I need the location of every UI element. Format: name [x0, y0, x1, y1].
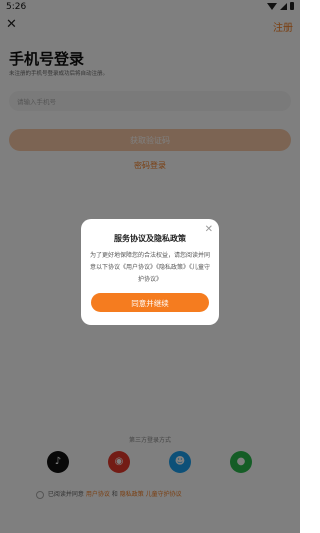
dialog-body: 为了更好地保障您的合法权益，请您阅读并同意以下协议《用户协议》《隐私政策》《儿童…: [89, 252, 210, 283]
dialog-title: 服务协议及隐私政策: [114, 234, 186, 243]
agree-continue-button[interactable]: 同意并继续: [91, 293, 209, 312]
agree-continue-label: 同意并继续: [131, 299, 169, 308]
agreement-dialog: ✕ 服务协议及隐私政策 为了更好地保障您的合法权益，请您阅读并同意以下协议《用户…: [81, 219, 219, 325]
